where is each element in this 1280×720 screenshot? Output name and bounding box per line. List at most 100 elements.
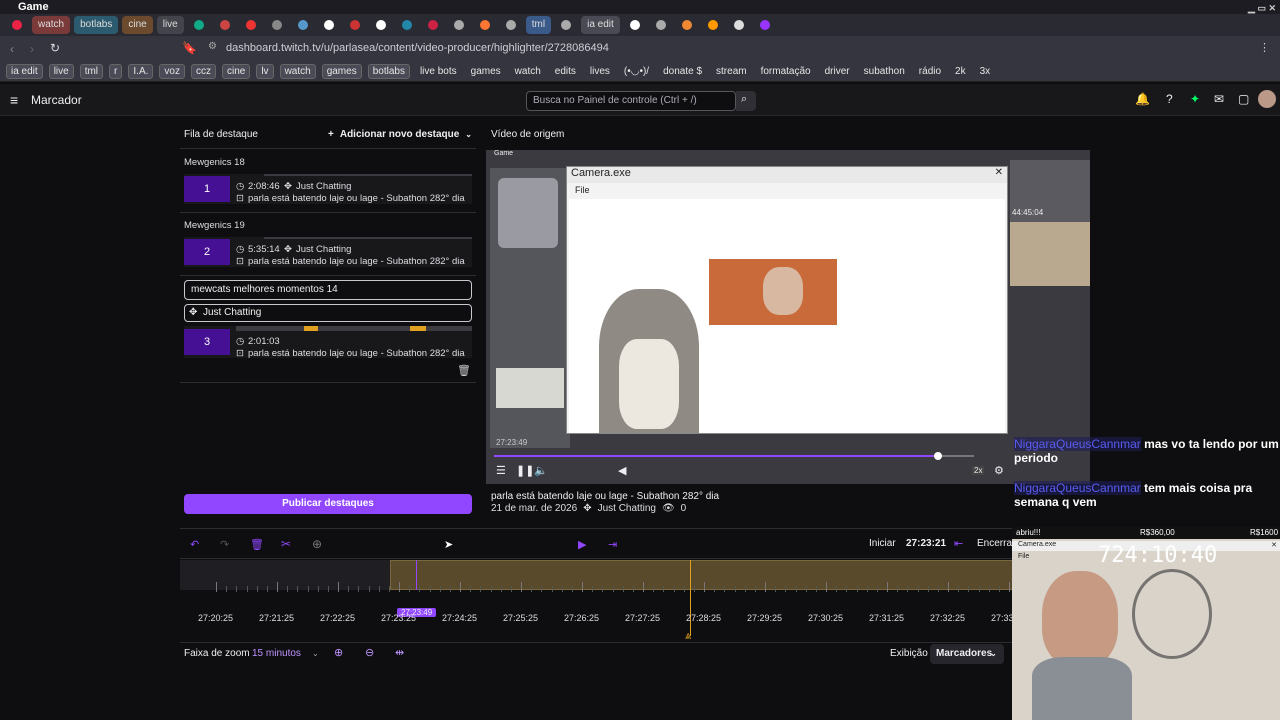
bookmark-item[interactable]: live bbox=[48, 64, 74, 79]
url-text[interactable]: dashboard.twitch.tv/u/parlasea/content/v… bbox=[226, 42, 609, 54]
add-highlight-button[interactable]: + Adicionar novo destaque ⌄ bbox=[328, 124, 472, 144]
seek-handle[interactable] bbox=[934, 452, 942, 460]
browser-tab[interactable] bbox=[754, 16, 776, 34]
queue-item[interactable]: 2 ◷ 5:35:14 ✥ Just Chatting ⊡ parla está… bbox=[184, 237, 472, 267]
browser-tab[interactable] bbox=[555, 16, 577, 34]
bookmark-item[interactable]: edits bbox=[551, 65, 580, 78]
bookmark-item[interactable]: (•◡•)/ bbox=[620, 65, 653, 78]
audio-icon[interactable]: ◀ bbox=[618, 464, 626, 477]
bookmark-item[interactable]: cine bbox=[221, 64, 251, 79]
browser-tab[interactable] bbox=[344, 16, 366, 34]
bookmark-item[interactable]: games bbox=[467, 65, 505, 78]
avatar[interactable] bbox=[1258, 90, 1276, 108]
zoom-in-icon[interactable]: ⊕ bbox=[334, 646, 343, 659]
display-select[interactable]: Marcadores ⌄ bbox=[930, 644, 1004, 664]
add-marker-icon[interactable]: ⊕ bbox=[312, 537, 322, 551]
forward-icon[interactable]: › bbox=[30, 42, 34, 56]
bookmark-item[interactable]: 2k bbox=[951, 65, 970, 78]
browser-tab[interactable] bbox=[728, 16, 750, 34]
inbox-icon[interactable]: ✉ bbox=[1214, 92, 1224, 106]
category-input[interactable]: ✥ Just Chatting bbox=[184, 304, 472, 322]
chevron-down-icon[interactable]: ⌄ bbox=[465, 130, 472, 139]
timeline-track[interactable] bbox=[180, 560, 1020, 636]
bookmark-item[interactable]: driver bbox=[821, 65, 854, 78]
bookmark-item[interactable]: 3x bbox=[976, 65, 995, 78]
play-icon[interactable]: ▶ bbox=[578, 538, 586, 551]
publish-highlights-button[interactable]: Publicar destaques bbox=[184, 494, 472, 514]
bookmark-item[interactable]: formatação bbox=[757, 65, 815, 78]
queue-item-editing[interactable]: 3 ◷ 2:01:03 ⊡ parla está batendo laje ou… bbox=[184, 326, 472, 359]
bookmark-item[interactable]: I.A. bbox=[128, 64, 154, 79]
window-controls[interactable]: ▁ ▭ ✕ bbox=[1248, 1, 1276, 15]
bookmark-item[interactable]: stream bbox=[712, 65, 751, 78]
trash-icon[interactable]: 🗑 bbox=[457, 364, 471, 377]
start-time[interactable]: 27:23:21 bbox=[906, 538, 946, 549]
bookmark-item[interactable]: voz bbox=[159, 64, 185, 79]
redo-icon[interactable]: ↷ bbox=[220, 538, 229, 551]
bookmark-icon[interactable]: 🔖 bbox=[182, 41, 197, 55]
camera-file-menu[interactable]: File bbox=[575, 185, 590, 195]
browser-tab[interactable] bbox=[676, 16, 698, 34]
seek-bar[interactable] bbox=[494, 452, 974, 460]
fit-icon[interactable]: ⇹ bbox=[395, 646, 404, 659]
browser-tab[interactable]: tml bbox=[525, 16, 552, 34]
bookmark-item[interactable]: botlabs bbox=[367, 64, 410, 79]
browser-tab[interactable]: watch bbox=[32, 16, 71, 34]
bookmark-item[interactable]: ccz bbox=[190, 64, 216, 79]
browser-tab[interactable] bbox=[240, 16, 262, 34]
pause-icon[interactable]: ❚❚ bbox=[516, 464, 534, 477]
browser-tab[interactable]: cine bbox=[122, 16, 153, 34]
browser-tab[interactable] bbox=[318, 16, 340, 34]
bookmark-item[interactable]: games bbox=[321, 64, 362, 79]
browser-tab[interactable] bbox=[422, 16, 444, 34]
bookmark-item[interactable]: rádio bbox=[915, 65, 945, 78]
site-info-icon[interactable]: ⚙ bbox=[208, 41, 217, 52]
video-player[interactable]: Game Camera.exe ✕ File 44:45:04 27:23:49… bbox=[486, 150, 1090, 484]
browser-tab[interactable] bbox=[396, 16, 418, 34]
browser-tab[interactable]: botlabs bbox=[74, 16, 119, 34]
bookmark-item[interactable]: lives bbox=[586, 65, 614, 78]
browser-tab[interactable] bbox=[448, 16, 470, 34]
browser-tab[interactable] bbox=[624, 16, 646, 34]
browser-tab[interactable]: ia edit bbox=[581, 16, 620, 34]
undo-icon[interactable]: ↶ bbox=[190, 538, 199, 551]
bookmark-item[interactable]: lv bbox=[256, 64, 274, 79]
notifications-icon[interactable]: 🔔 bbox=[1135, 92, 1150, 106]
reload-icon[interactable]: ↻ bbox=[50, 41, 60, 55]
search-button[interactable]: ⌕ bbox=[736, 91, 756, 111]
highlight-clip-range[interactable] bbox=[390, 560, 1014, 590]
menu-icon[interactable]: ≡ bbox=[10, 92, 18, 108]
bookmark-item[interactable]: subathon bbox=[860, 65, 909, 78]
browser-tab[interactable] bbox=[188, 16, 210, 34]
queue-item[interactable]: 1 ◷ 2:08:46 ✥ Just Chatting ⊡ parla está… bbox=[184, 174, 472, 204]
browser-tab[interactable]: live bbox=[156, 16, 184, 34]
close-icon[interactable]: ✕ bbox=[995, 167, 1003, 178]
playback-rate[interactable]: 2x bbox=[972, 466, 985, 475]
scissors-icon[interactable]: ✂ bbox=[281, 537, 291, 551]
delete-icon[interactable]: 🗑 bbox=[250, 538, 264, 551]
help-icon[interactable]: ? bbox=[1166, 92, 1173, 106]
settings-icon[interactable]: ⚙ bbox=[994, 464, 1004, 477]
play-to-end-icon[interactable]: ⇥ bbox=[608, 538, 617, 551]
browser-tab[interactable] bbox=[650, 16, 672, 34]
browser-tab[interactable] bbox=[370, 16, 392, 34]
volume-icon[interactable]: 🔈 bbox=[534, 464, 548, 477]
whispers-icon[interactable]: ▢ bbox=[1238, 92, 1249, 106]
browser-tab[interactable] bbox=[292, 16, 314, 34]
zoom-out-icon[interactable]: ⊖ bbox=[365, 646, 374, 659]
browser-menu-icon[interactable]: ⋮ bbox=[1259, 41, 1270, 54]
bookmark-item[interactable]: r bbox=[109, 64, 123, 79]
browser-tab[interactable] bbox=[6, 16, 28, 34]
browser-tab[interactable] bbox=[214, 16, 236, 34]
bookmark-item[interactable]: live bots bbox=[416, 65, 461, 78]
browser-tab[interactable] bbox=[474, 16, 496, 34]
highlight-title-input[interactable]: mewcats melhores momentos 14 bbox=[184, 280, 472, 300]
bookmark-item[interactable]: watch bbox=[511, 65, 545, 78]
bookmark-item[interactable]: tml bbox=[79, 64, 104, 79]
search-input[interactable]: Busca no Painel de controle (Ctrl + /) bbox=[526, 91, 736, 111]
browser-tab[interactable] bbox=[500, 16, 522, 34]
back-icon[interactable]: ‹ bbox=[10, 42, 14, 56]
bookmark-item[interactable]: ia edit bbox=[6, 64, 43, 79]
sparkle-icon[interactable]: ✦ bbox=[1190, 92, 1200, 106]
browser-tab[interactable] bbox=[266, 16, 288, 34]
